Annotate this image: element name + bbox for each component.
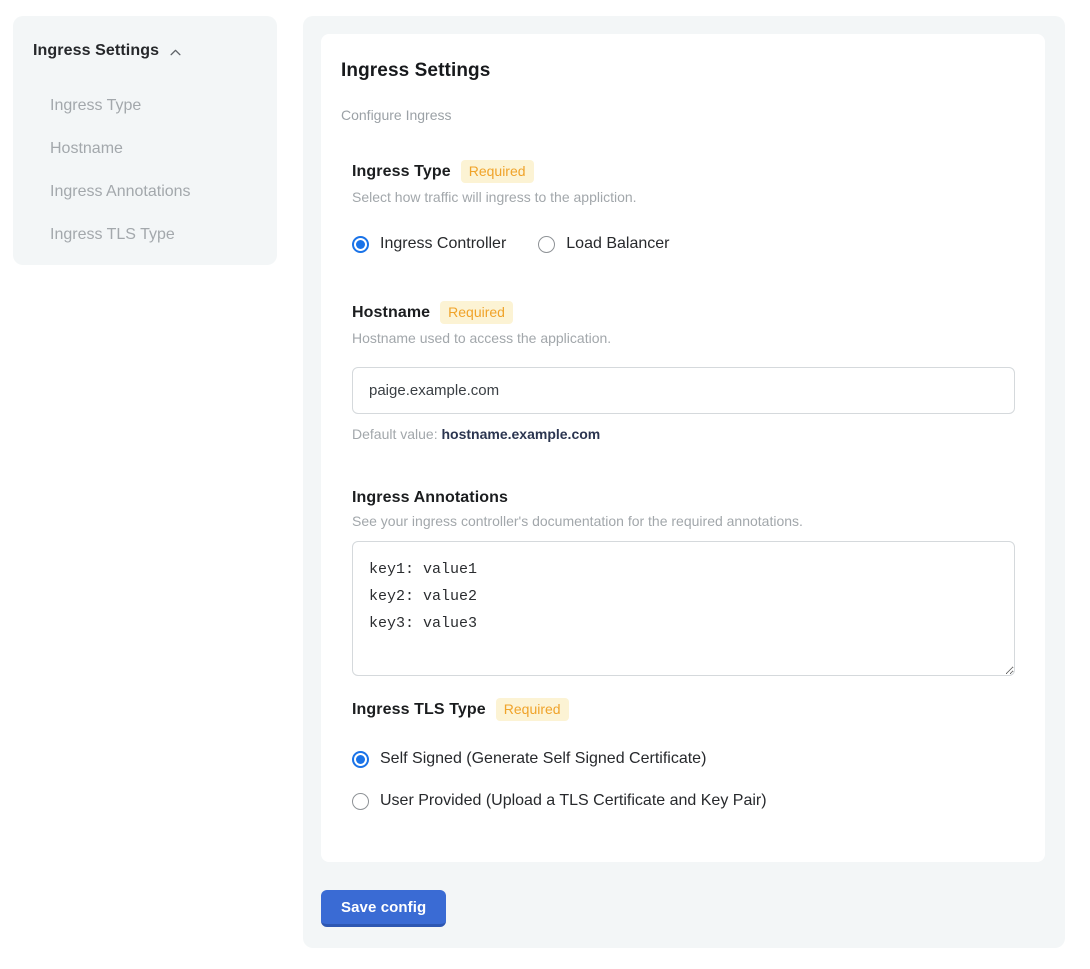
page-title: Ingress Settings xyxy=(341,60,1015,82)
section-hostname: Hostname Required Hostname used to acces… xyxy=(352,301,1015,442)
radio-label: Self Signed (Generate Self Signed Certif… xyxy=(380,750,706,768)
radio-label: User Provided (Upload a TLS Certificate … xyxy=(380,792,767,810)
ingress-type-label: Ingress Type xyxy=(352,163,451,181)
hostname-label-row: Hostname Required xyxy=(352,301,1015,324)
radio-label: Load Balancer xyxy=(566,235,669,253)
required-badge: Required xyxy=(440,301,513,324)
annotations-help: See your ingress controller's documentat… xyxy=(352,513,1015,529)
radio-label: Ingress Controller xyxy=(380,235,506,253)
annotations-label-row: Ingress Annotations xyxy=(352,489,1015,507)
settings-panel: Ingress Settings Configure Ingress Ingre… xyxy=(303,16,1065,948)
tls-type-label: Ingress TLS Type xyxy=(352,701,486,719)
sidebar-item-ingress-annotations[interactable]: Ingress Annotations xyxy=(50,171,257,214)
hostname-help: Hostname used to access the application. xyxy=(352,330,1015,346)
sidebar-item-ingress-tls-type[interactable]: Ingress TLS Type xyxy=(50,214,257,257)
ingress-type-help: Select how traffic will ingress to the a… xyxy=(352,189,1015,205)
save-config-button[interactable]: Save config xyxy=(321,890,446,927)
page: Ingress Settings Ingress Type Hostname I… xyxy=(0,0,1090,969)
radio-option-ingress-controller[interactable]: Ingress Controller xyxy=(352,235,506,253)
sidebar-group-ingress-settings[interactable]: Ingress Settings xyxy=(33,42,257,60)
required-badge: Required xyxy=(496,698,569,721)
settings-sidebar: Ingress Settings Ingress Type Hostname I… xyxy=(13,16,277,265)
annotations-textarea[interactable]: key1: value1 key2: value2 key3: value3 xyxy=(352,541,1015,676)
required-badge: Required xyxy=(461,160,534,183)
default-value-text: hostname.example.com xyxy=(442,426,601,442)
section-ingress-type: Ingress Type Required Select how traffic… xyxy=(352,160,1015,253)
radio-selected-icon[interactable] xyxy=(352,236,369,253)
radio-selected-icon[interactable] xyxy=(352,751,369,768)
sidebar-item-ingress-type[interactable]: Ingress Type xyxy=(50,85,257,128)
chevron-up-icon xyxy=(168,45,183,60)
ingress-type-label-row: Ingress Type Required xyxy=(352,160,1015,183)
page-subtitle: Configure Ingress xyxy=(341,107,1015,123)
sidebar-group-label: Ingress Settings xyxy=(33,42,159,60)
radio-option-self-signed[interactable]: Self Signed (Generate Self Signed Certif… xyxy=(352,750,1015,768)
sidebar-item-list: Ingress Type Hostname Ingress Annotation… xyxy=(50,85,257,257)
section-ingress-annotations: Ingress Annotations See your ingress con… xyxy=(352,489,1015,676)
ingress-type-radio-group: Ingress Controller Load Balancer xyxy=(352,235,1015,253)
hostname-label: Hostname xyxy=(352,304,430,322)
tls-type-label-row: Ingress TLS Type Required xyxy=(352,698,1015,721)
section-ingress-tls-type: Ingress TLS Type Required Self Signed (G… xyxy=(352,698,1015,810)
radio-unselected-icon[interactable] xyxy=(352,793,369,810)
ingress-settings-card: Ingress Settings Configure Ingress Ingre… xyxy=(321,34,1045,862)
default-value-prefix: Default value: xyxy=(352,426,442,442)
hostname-input[interactable] xyxy=(352,367,1015,414)
annotations-label: Ingress Annotations xyxy=(352,489,508,507)
radio-option-load-balancer[interactable]: Load Balancer xyxy=(538,235,669,253)
hostname-default-line: Default value: hostname.example.com xyxy=(352,426,1015,442)
tls-type-radio-group: Self Signed (Generate Self Signed Certif… xyxy=(352,750,1015,810)
radio-option-user-provided[interactable]: User Provided (Upload a TLS Certificate … xyxy=(352,792,1015,810)
radio-unselected-icon[interactable] xyxy=(538,236,555,253)
form-sections: Ingress Type Required Select how traffic… xyxy=(352,160,1015,810)
sidebar-item-hostname[interactable]: Hostname xyxy=(50,128,257,171)
